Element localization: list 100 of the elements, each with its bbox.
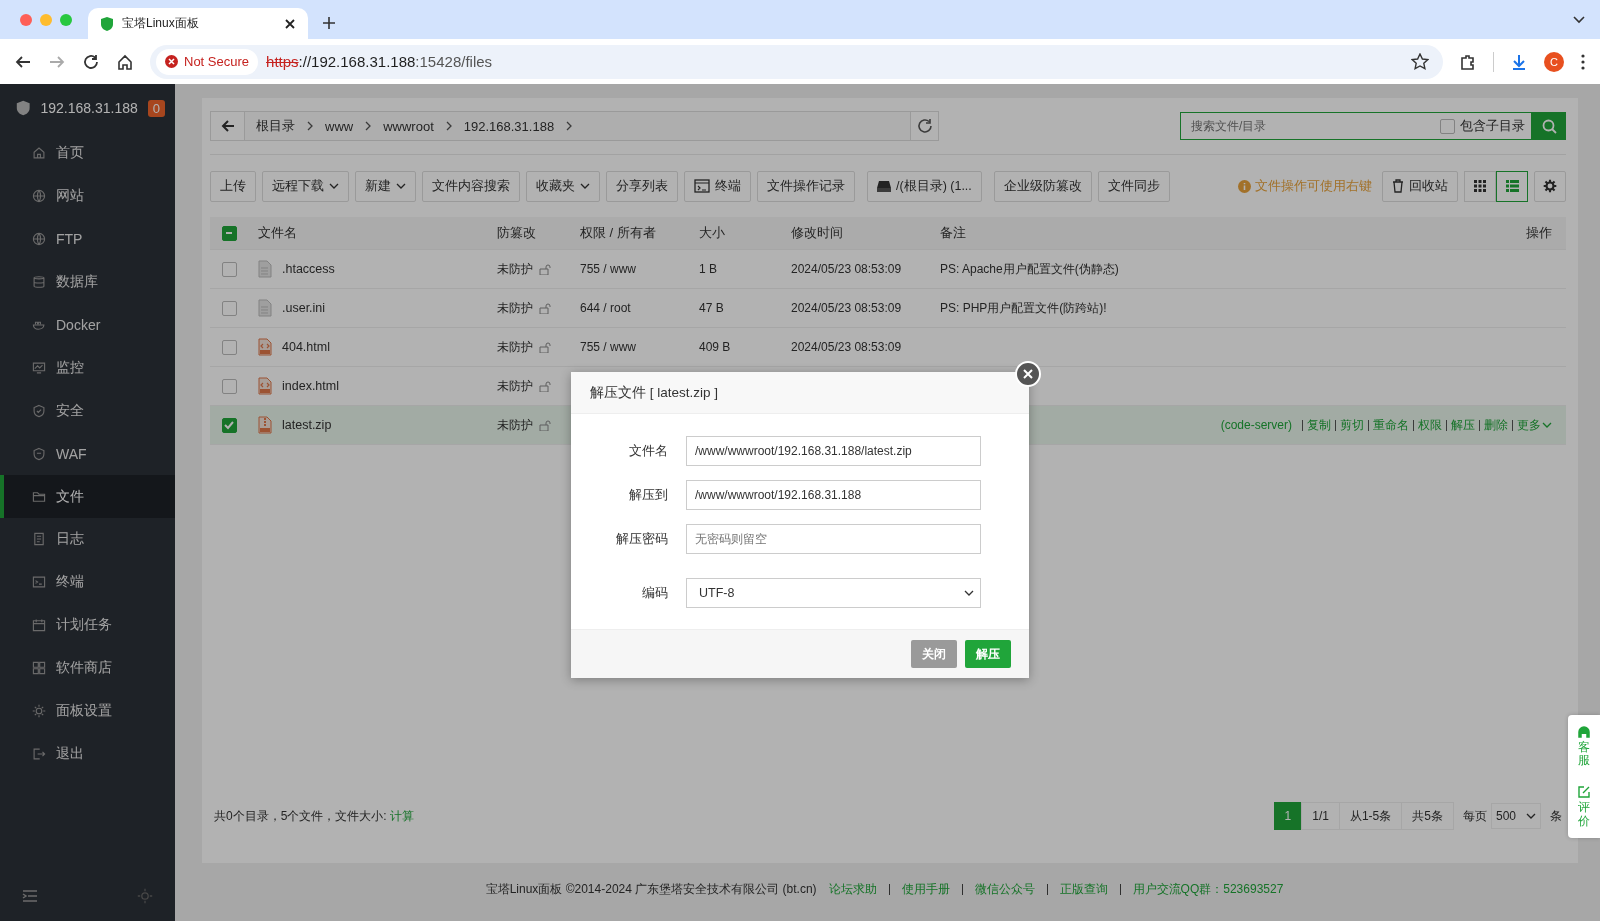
permission-cell[interactable]: 755 / www bbox=[571, 262, 690, 276]
address-bar[interactable]: Not Secure https://192.168.31.188:15428/files bbox=[150, 44, 1443, 79]
toolbar-button[interactable]: 文件操作记录 bbox=[757, 170, 855, 202]
tamper-status[interactable]: 未防护 bbox=[497, 260, 533, 278]
file-name[interactable]: latest.zip bbox=[282, 418, 332, 432]
column-header[interactable]: 备注 bbox=[928, 224, 1178, 242]
breadcrumb-link[interactable]: 根目录 bbox=[256, 117, 295, 135]
file-row[interactable]: .htaccess 未防护 755 / www 1 B 2024/05/23 08:53:09 PS: Apache用户配置文件(伪静态) bbox=[210, 250, 1566, 289]
file-name[interactable]: 404.html bbox=[282, 340, 330, 354]
unlocked-icon[interactable] bbox=[539, 263, 551, 275]
row-checkbox[interactable] bbox=[221, 300, 237, 316]
search-button[interactable] bbox=[1532, 112, 1566, 140]
globe-icon bbox=[32, 232, 46, 247]
tamper-status[interactable]: 未防护 bbox=[497, 338, 533, 356]
toolbar-button[interactable]: 文件同步 bbox=[1097, 170, 1170, 202]
sidebar-item[interactable]: 首页 bbox=[0, 132, 175, 175]
column-header[interactable]: 文件名 bbox=[248, 224, 488, 242]
recycle-bin-button[interactable]: 回收站 bbox=[1382, 170, 1458, 202]
field-label: 解压到 bbox=[628, 486, 669, 504]
star-icon[interactable] bbox=[1411, 52, 1429, 71]
sidebar-item[interactable]: 软件商店 bbox=[0, 646, 175, 690]
refresh-button[interactable] bbox=[910, 112, 938, 140]
gear-icon[interactable] bbox=[137, 888, 153, 904]
per-page-select[interactable]: 500 bbox=[1490, 803, 1541, 829]
sidebar-item[interactable]: 面板设置 bbox=[0, 689, 175, 733]
toolbar-button[interactable]: 收藏夹 bbox=[526, 170, 600, 202]
sidebar-item[interactable]: 安全 bbox=[0, 389, 175, 433]
collapse-menu-icon[interactable] bbox=[22, 889, 38, 903]
tamper-status[interactable]: 未防护 bbox=[497, 416, 533, 434]
settings-button[interactable] bbox=[1534, 170, 1566, 202]
permission-cell[interactable]: 755 / www bbox=[571, 340, 690, 354]
file-row[interactable]: 404.html 未防护 755 / www 409 B 2024/05/23 08:53:09 bbox=[210, 328, 1566, 367]
back-button[interactable] bbox=[211, 112, 245, 140]
toolbar-button[interactable]: 上传 bbox=[210, 170, 256, 202]
toolbar-button[interactable]: 终端 bbox=[684, 170, 751, 202]
breadcrumb-link[interactable]: www bbox=[325, 118, 354, 134]
file-name[interactable]: .user.ini bbox=[282, 301, 326, 315]
extension-icon[interactable] bbox=[1459, 52, 1477, 71]
toolbar-button[interactable]: 远程下载 bbox=[262, 170, 349, 202]
sidebar-item[interactable]: 日志 bbox=[0, 518, 175, 561]
sidebar-item[interactable]: FTP bbox=[0, 217, 175, 261]
row-checkbox[interactable] bbox=[221, 261, 237, 277]
file-name[interactable]: .htaccess bbox=[282, 262, 335, 276]
tamper-status[interactable]: 未防护 bbox=[497, 299, 533, 317]
permission-cell[interactable]: 644 / root bbox=[571, 301, 690, 315]
sidebar-item[interactable]: WAF bbox=[0, 432, 175, 476]
input-field[interactable]: /www/wwwroot/192.168.31.188/latest.zip bbox=[686, 436, 981, 466]
search-field[interactable]: 搜索文件/目录 包含子目录 bbox=[1180, 112, 1532, 140]
caret-icon bbox=[1526, 813, 1536, 819]
home-icon[interactable] bbox=[116, 52, 134, 71]
input-field[interactable]: /www/wwwroot/192.168.31.188 bbox=[686, 480, 981, 510]
sidebar-item[interactable]: 计划任务 bbox=[0, 603, 175, 647]
sidebar-item[interactable]: 退出 bbox=[0, 732, 175, 776]
sidebar-item[interactable]: 监控 bbox=[0, 346, 175, 390]
per-page-unit: 条 bbox=[1549, 807, 1563, 825]
row-checkbox[interactable] bbox=[221, 417, 237, 433]
column-header[interactable]: 防篡改 bbox=[488, 224, 571, 242]
sidebar-item[interactable]: 网站 bbox=[0, 174, 175, 218]
unlocked-icon[interactable] bbox=[539, 302, 551, 314]
unlocked-icon[interactable] bbox=[539, 341, 551, 353]
file-name[interactable]: index.html bbox=[282, 379, 339, 393]
toolbar-button[interactable]: 分享列表 bbox=[606, 170, 678, 202]
caret-icon bbox=[329, 183, 339, 189]
note-cell[interactable]: PS: PHP用户配置文件(防跨站)! bbox=[928, 299, 1178, 317]
unlocked-icon[interactable] bbox=[539, 380, 551, 392]
toolbar-button[interactable]: 文件内容搜索 bbox=[422, 170, 520, 202]
new-tab-icon[interactable] bbox=[322, 16, 336, 30]
note-cell[interactable]: PS: Apache用户配置文件(伪静态) bbox=[928, 260, 1178, 278]
tamper-status[interactable]: 未防护 bbox=[497, 377, 533, 395]
toolbar-button[interactable]: 企业级防篡改 bbox=[993, 170, 1092, 202]
encoding-select[interactable]: UTF-8 bbox=[686, 578, 981, 608]
row-checkbox[interactable] bbox=[221, 378, 237, 394]
breadcrumb-link[interactable]: 192.168.31.188 bbox=[463, 118, 555, 134]
toolbar-button[interactable]: 新建 bbox=[355, 170, 416, 202]
column-header[interactable]: 权限 / 所有者 bbox=[571, 224, 690, 242]
include-subdirectories-checkbox[interactable]: 包含子目录 bbox=[1440, 117, 1525, 135]
sidebar-item[interactable]: 数据库 bbox=[0, 260, 175, 304]
profile-avatar[interactable]: C bbox=[1544, 51, 1564, 72]
caret-icon bbox=[964, 590, 974, 596]
column-header[interactable]: 大小 bbox=[690, 224, 782, 242]
select-all-checkbox[interactable] bbox=[221, 225, 237, 241]
security-chip[interactable]: Not Secure bbox=[156, 48, 259, 75]
browser-tab[interactable]: 宝塔Linux面板 bbox=[88, 8, 308, 39]
file-row[interactable]: .user.ini 未防护 644 / root 47 B 2024/05/23 08:53:09 PS: PHP用户配置文件(防跨站)! bbox=[210, 289, 1566, 328]
column-header[interactable]: 操作 bbox=[1526, 224, 1566, 242]
column-header[interactable]: 修改时间 bbox=[782, 224, 928, 242]
download-icon[interactable] bbox=[1510, 52, 1528, 71]
menu-icon[interactable] bbox=[1580, 52, 1586, 71]
row-checkbox[interactable] bbox=[221, 339, 237, 355]
reload-icon[interactable] bbox=[82, 52, 100, 71]
input-field[interactable]: 无密码则留空 bbox=[686, 524, 981, 554]
sidebar-item[interactable]: 文件 bbox=[0, 475, 175, 518]
archive-file-icon bbox=[258, 416, 272, 434]
close-icon[interactable] bbox=[284, 17, 296, 30]
sidebar-item[interactable]: 终端 bbox=[0, 560, 175, 604]
sidebar-item[interactable]: Docker bbox=[0, 303, 175, 347]
grid-view-button[interactable] bbox=[1464, 170, 1496, 202]
toolbar-button[interactable]: /(根目录) (1... bbox=[867, 170, 982, 202]
breadcrumb-link[interactable]: wwwroot bbox=[383, 118, 434, 134]
unlocked-icon[interactable] bbox=[539, 419, 551, 431]
